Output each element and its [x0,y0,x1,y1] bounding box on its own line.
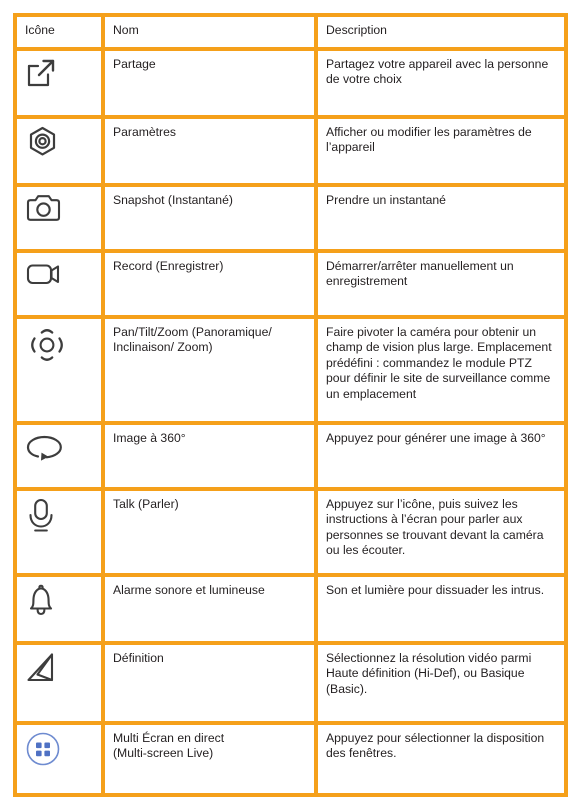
icon-description-cell: Appuyez sur l’icône, puis suivez les ins… [318,490,564,577]
icon-name-label: Image à 360° [113,430,186,445]
icon-name-cell: Pan/Tilt/Zoom (Panoramique/ Inclinaison/… [105,318,318,425]
table-row: Snapshot (Instantané) Prendre un instant… [17,186,564,253]
share-external-link-icon [25,57,93,89]
icon-name-label: Snapshot (Instantané) [113,192,233,207]
column-header-icon: Icône [17,17,105,51]
icon-name-label: Partage [113,56,156,71]
table-row: Alarme sonore et lumineuse Son et lumièr… [17,576,564,645]
icon-name-cell: Définition [105,644,318,725]
icon-name-cell: Multi Écran en direct (Multi-screen Live… [105,724,318,793]
icon-description-cell: Afficher ou modifier les paramètres de l… [318,118,564,187]
icon-cell [17,724,105,793]
icon-description-cell: Partagez votre appareil avec la personne… [318,50,564,119]
icon-name-label: Paramètres [113,124,176,139]
table-body: Partage Partagez votre appareil avec la … [17,50,564,793]
microphone-talk-icon [25,497,93,535]
icon-name-label: Pan/Tilt/Zoom (Panoramique/ Inclinaison/… [113,324,272,355]
icon-name-cell: Partage [105,50,318,119]
icon-name-label: Alarme sonore et lumineuse [113,582,265,597]
icon-description-cell: Sélectionnez la résolution vidéo parmi H… [318,644,564,725]
icon-description-text: Partagez votre appareil avec la personne… [326,56,549,87]
icon-description-cell: Démarrer/arrêter manuellement un enregis… [318,252,564,319]
icon-cell [17,50,105,119]
definition-resolution-icon [25,651,93,685]
column-header-name: Nom [105,17,318,51]
icon-cell [17,490,105,577]
icon-name-cell: Paramètres [105,118,318,187]
bell-alarm-icon [25,583,93,617]
image-360-rotate-icon [25,431,93,463]
icon-cell [17,424,105,491]
icon-reference-page: Icône Nom Description Partage Partagez v… [0,0,573,797]
icon-description-text: Son et lumière pour dissuader les intrus… [326,582,545,597]
icon-description-cell: Appuyez pour générer une image à 360° [318,424,564,491]
icon-cell [17,644,105,725]
icon-cell [17,186,105,253]
icon-cell [17,252,105,319]
icon-description-text: Faire pivoter la caméra pour obtenir un … [326,324,552,401]
icon-description-cell: Appuyez pour sélectionner la disposition… [318,724,564,793]
table-row: Paramètres Afficher ou modifier les para… [17,118,564,187]
multi-screen-grid-icon [25,731,93,767]
icon-description-text: Prendre un instantané [326,192,446,207]
icon-name-label: Multi Écran en direct (Multi-screen Live… [113,730,225,761]
settings-hex-gear-icon [25,125,93,159]
icon-description-text: Appuyez sur l’icône, puis suivez les ins… [326,496,544,558]
icon-description-text: Appuyez pour générer une image à 360° [326,430,546,445]
table-row: Record (Enregistrer) Démarrer/arrêter ma… [17,252,564,319]
icon-reference-table: Icône Nom Description Partage Partagez v… [13,13,568,797]
column-header-description: Description [318,17,564,51]
icon-name-cell: Record (Enregistrer) [105,252,318,319]
icon-description-text: Démarrer/arrêter manuellement un enregis… [326,258,514,289]
icon-description-cell: Faire pivoter la caméra pour obtenir un … [318,318,564,425]
icon-name-cell: Alarme sonore et lumineuse [105,576,318,645]
table-row: Partage Partagez votre appareil avec la … [17,50,564,119]
icon-description-text: Afficher ou modifier les paramètres de l… [326,124,532,155]
icon-name-cell: Snapshot (Instantané) [105,186,318,253]
table-row: Multi Écran en direct (Multi-screen Live… [17,724,564,793]
table-header: Icône Nom Description [17,17,564,51]
icon-description-cell: Prendre un instantané [318,186,564,253]
icon-cell [17,576,105,645]
icon-cell [17,318,105,425]
icon-description-cell: Son et lumière pour dissuader les intrus… [318,576,564,645]
table-row: Image à 360° Appuyez pour générer une im… [17,424,564,491]
table-row: Définition Sélectionnez la résolution vi… [17,644,564,725]
icon-cell [17,118,105,187]
icon-description-text: Appuyez pour sélectionner la disposition… [326,730,545,761]
icon-description-text: Sélectionnez la résolution vidéo parmi H… [326,650,532,696]
table-header-row: Icône Nom Description [17,17,564,51]
pan-tilt-zoom-icon [25,325,93,365]
icon-name-label: Talk (Parler) [113,496,179,511]
icon-name-label: Record (Enregistrer) [113,258,224,273]
icon-name-cell: Image à 360° [105,424,318,491]
camera-snapshot-icon [25,193,93,225]
video-record-icon [25,259,93,289]
table-row: Talk (Parler) Appuyez sur l’icône, puis … [17,490,564,577]
icon-name-label: Définition [113,650,164,665]
icon-name-cell: Talk (Parler) [105,490,318,577]
table-row: Pan/Tilt/Zoom (Panoramique/ Inclinaison/… [17,318,564,425]
